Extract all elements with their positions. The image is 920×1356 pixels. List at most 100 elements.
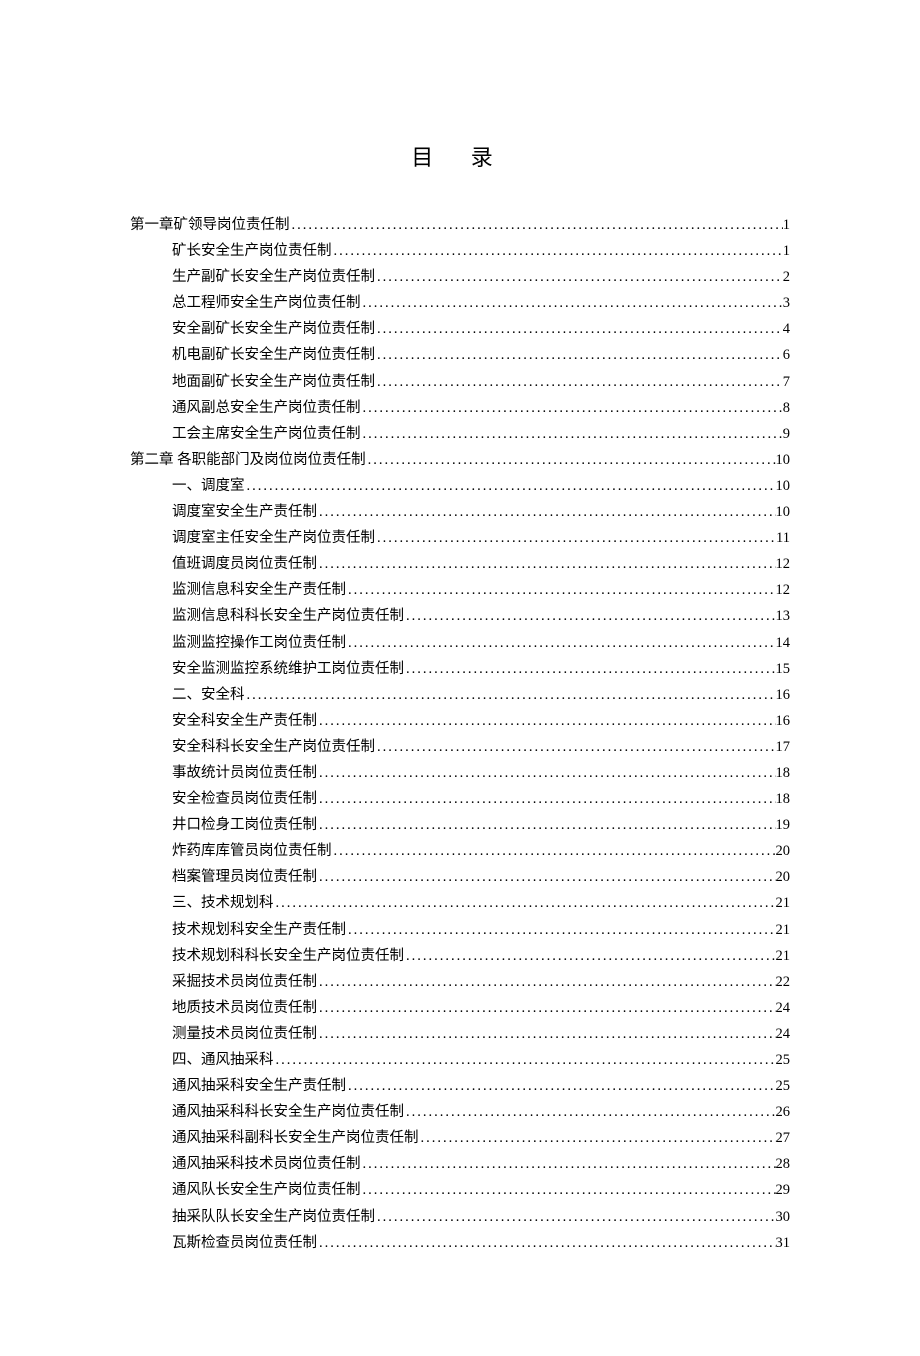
toc-leader-dots [346, 917, 776, 943]
toc-entry-text: 通风队长安全生产岗位责任制 [172, 1177, 361, 1203]
toc-leader-dots [317, 1230, 776, 1256]
toc-entry-text: 抽采队队长安全生产岗位责任制 [172, 1204, 375, 1230]
toc-entry: 地面副矿长安全生产岗位责任制7 [130, 369, 790, 395]
toc-entry-page: 16 [776, 682, 791, 708]
toc-entry-text: 井口检身工岗位责任制 [172, 812, 317, 838]
toc-entry-text: 第一章矿领导岗位责任制 [130, 212, 290, 238]
toc-entry-text: 生产副矿长安全生产岗位责任制 [172, 264, 375, 290]
toc-entry-text: 二、安全科 [172, 682, 245, 708]
toc-entry: 炸药库库管员岗位责任制20 [130, 838, 790, 864]
toc-leader-dots [317, 786, 776, 812]
toc-leader-dots [274, 1047, 776, 1073]
toc-entry-text: 安全监测监控系统维护工岗位责任制 [172, 656, 404, 682]
toc-entry-text: 安全科科长安全生产岗位责任制 [172, 734, 375, 760]
toc-entry-text: 安全副矿长安全生产岗位责任制 [172, 316, 375, 342]
toc-entry-page: 26 [776, 1099, 791, 1125]
toc-entry-page: 27 [776, 1125, 791, 1151]
toc-entry-page: 8 [783, 395, 790, 421]
toc-entry: 总工程师安全生产岗位责任制3 [130, 290, 790, 316]
toc-entry-text: 档案管理员岗位责任制 [172, 864, 317, 890]
toc-entry-page: 14 [776, 630, 791, 656]
toc-entry: 监测信息科安全生产责任制12 [130, 577, 790, 603]
toc-entry-text: 三、技术规划科 [172, 890, 274, 916]
toc-entry-text: 技术规划科科长安全生产岗位责任制 [172, 943, 404, 969]
toc-entry-page: 22 [776, 969, 791, 995]
toc-leader-dots [375, 369, 783, 395]
toc-leader-dots [419, 1125, 776, 1151]
toc-entry-page: 10 [776, 473, 791, 499]
toc-entry: 调度室安全生产责任制10 [130, 499, 790, 525]
toc-leader-dots [375, 342, 783, 368]
toc-leader-dots [317, 1021, 776, 1047]
toc-entry-page: 6 [783, 342, 790, 368]
toc-entry-page: 12 [776, 551, 791, 577]
toc-entry: 安全科安全生产责任制16 [130, 708, 790, 734]
toc-entry-page: 20 [776, 838, 791, 864]
toc-entry-page: 4 [783, 316, 790, 342]
toc-entry: 技术规划科安全生产责任制21 [130, 917, 790, 943]
toc-entry: 抽采队队长安全生产岗位责任制 30 [130, 1204, 790, 1230]
toc-entry: 安全科科长安全生产岗位责任制17 [130, 734, 790, 760]
toc-entry-text: 通风副总安全生产岗位责任制 [172, 395, 361, 421]
toc-entry: 通风抽采科技术员岗位责任制 28 [130, 1151, 790, 1177]
toc-entry-page: 25 [776, 1047, 791, 1073]
toc-entry-page: 15 [776, 656, 791, 682]
toc-entry-text: 通风抽采科科长安全生产岗位责任制 [172, 1099, 404, 1125]
toc-entry-text: 调度室安全生产责任制 [172, 499, 317, 525]
toc-leader-dots [332, 238, 783, 264]
toc-entry: 值班调度员岗位责任制 12 [130, 551, 790, 577]
toc-entry: 通风抽采科科长安全生产岗位责任制 26 [130, 1099, 790, 1125]
toc-entry-page: 16 [776, 708, 791, 734]
toc-entry-text: 总工程师安全生产岗位责任制 [172, 290, 361, 316]
toc-entry: 调度室主任安全生产岗位责任制11 [130, 525, 790, 551]
toc-leader-dots [245, 473, 776, 499]
toc-entry: 矿长安全生产岗位责任制1 [130, 238, 790, 264]
toc-entry-text: 通风抽采科技术员岗位责任制 [172, 1151, 361, 1177]
toc-entry-text: 第二章 各职能部门及岗位岗位责任制 [130, 447, 366, 473]
toc-entry-page: 7 [783, 369, 790, 395]
toc-leader-dots [375, 525, 776, 551]
toc-entry-page: 24 [776, 1021, 791, 1047]
toc-entry: 工会主席安全生产岗位责任制9 [130, 421, 790, 447]
toc-entry-page: 1 [783, 212, 790, 238]
toc-leader-dots [361, 421, 783, 447]
toc-entry-page: 21 [776, 917, 791, 943]
toc-entry-page: 18 [776, 786, 791, 812]
toc-entry-page: 28 [776, 1151, 791, 1177]
toc-leader-dots [274, 890, 776, 916]
toc-entry-text: 工会主席安全生产岗位责任制 [172, 421, 361, 447]
toc-leader-dots [361, 395, 783, 421]
toc-leader-dots [375, 264, 783, 290]
toc-entry: 井口检身工岗位责任制 19 [130, 812, 790, 838]
toc-entry-page: 19 [776, 812, 791, 838]
toc-leader-dots [404, 656, 776, 682]
toc-entry: 技术规划科科长安全生产岗位责任制21 [130, 943, 790, 969]
toc-entry-text: 瓦斯检查员岗位责任制 [172, 1230, 317, 1256]
toc-entry-text: 通风抽采科安全生产责任制 [172, 1073, 346, 1099]
toc-entry: 第一章矿领导岗位责任制 1 [130, 212, 790, 238]
toc-leader-dots [317, 969, 776, 995]
toc-leader-dots [317, 812, 776, 838]
toc-title: 目 录 [130, 140, 790, 172]
toc-entry: 三、技术规划科21 [130, 890, 790, 916]
table-of-contents: 第一章矿领导岗位责任制1矿长安全生产岗位责任制1生产副矿长安全生产岗位责任制2总… [130, 212, 790, 1256]
toc-entry: 采掘技术员岗位责任制22 [130, 969, 790, 995]
toc-entry-page: 12 [776, 577, 791, 603]
toc-leader-dots [375, 316, 783, 342]
toc-entry: 一、调度室10 [130, 473, 790, 499]
toc-entry-text: 值班调度员岗位责任制 [172, 551, 317, 577]
toc-leader-dots [317, 551, 776, 577]
toc-entry-page: 25 [776, 1073, 791, 1099]
toc-leader-dots [404, 1099, 776, 1125]
document-page: 目 录 第一章矿领导岗位责任制 1矿长安全生产岗位责任制1生产副矿长安全生产岗位责… [0, 0, 920, 1356]
toc-entry: 档案管理员岗位责任制20 [130, 864, 790, 890]
toc-entry-page: 31 [776, 1230, 791, 1256]
toc-entry-text: 通风抽采科副科长安全生产岗位责任制 [172, 1125, 419, 1151]
toc-entry-text: 机电副矿长安全生产岗位责任制 [172, 342, 375, 368]
toc-entry: 安全检查员岗位责任制18 [130, 786, 790, 812]
toc-entry-page: 30 [776, 1204, 791, 1230]
toc-entry-page: 24 [776, 995, 791, 1021]
toc-entry-page: 18 [776, 760, 791, 786]
toc-entry-text: 地质技术员岗位责任制 [172, 995, 317, 1021]
toc-entry: 二、安全科 16 [130, 682, 790, 708]
